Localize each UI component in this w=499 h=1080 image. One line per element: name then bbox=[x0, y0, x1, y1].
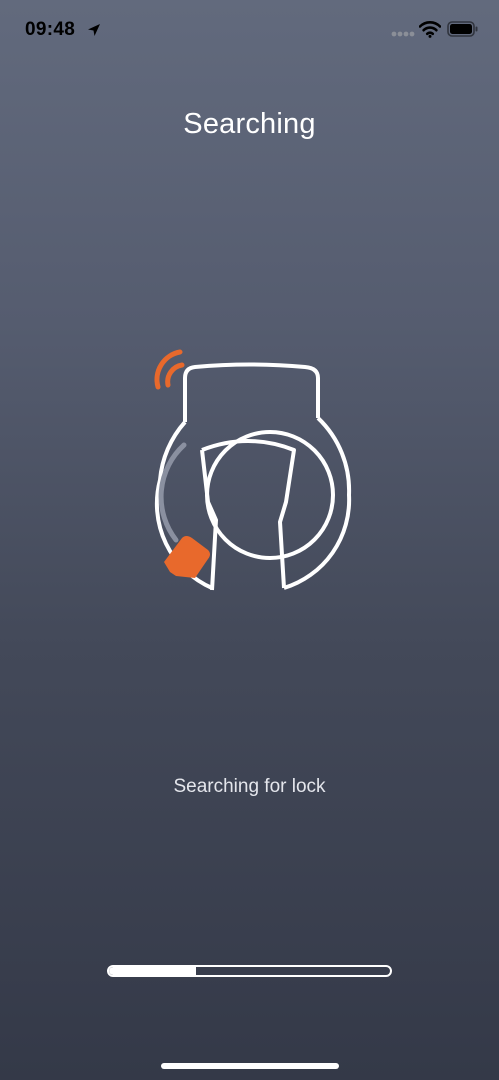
home-indicator[interactable] bbox=[161, 1063, 339, 1069]
status-bar: 09:48 bbox=[0, 0, 499, 60]
status-time: 09:48 bbox=[25, 19, 76, 40]
bluetooth-signal-icon bbox=[154, 349, 185, 390]
progress-bar bbox=[107, 965, 392, 977]
page-title: Searching bbox=[183, 108, 316, 140]
signal-dots-icon bbox=[391, 31, 415, 37]
bike-lock-icon bbox=[154, 349, 352, 591]
location-arrow-icon bbox=[88, 24, 100, 36]
progress-fill bbox=[109, 967, 197, 975]
battery-icon bbox=[447, 21, 478, 37]
status-message: Searching for lock bbox=[173, 776, 326, 797]
wifi-icon bbox=[419, 21, 441, 38]
